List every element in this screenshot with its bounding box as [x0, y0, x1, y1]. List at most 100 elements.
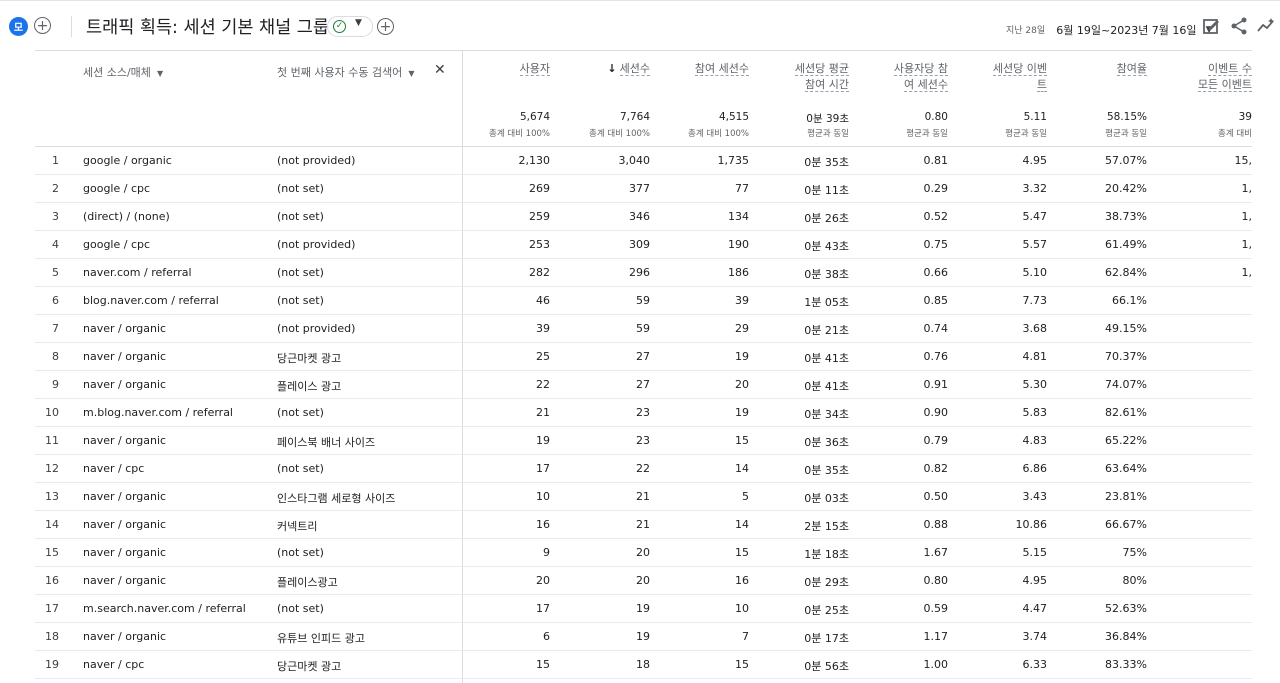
table-row[interactable]: 13 naver / organic 인스타그램 세로형 사이즈 10 21 5 0분 03… [35, 483, 1252, 511]
insights-icon[interactable] [1256, 16, 1276, 36]
search-term-cell: (not provided) [277, 322, 356, 335]
table-row[interactable]: 4 google / cpc (not provided) 253 309 190 0분 4… [35, 231, 1252, 259]
source-medium-cell: naver / organic [83, 574, 167, 587]
metric-cell-1: 17 [536, 462, 550, 475]
total-value: 5,674 [519, 111, 550, 123]
row-index: 3 [52, 210, 59, 223]
metric-cell-3: 15 [735, 434, 749, 447]
row-index: 9 [52, 378, 59, 391]
metric-cell-2: 23 [636, 434, 650, 447]
table-row[interactable]: 2 google / cpc (not set) 269 377 77 0분 11초 0.29… [35, 175, 1252, 203]
table-row[interactable]: 7 naver / organic (not provided) 39 59 29 0분 2… [35, 315, 1252, 343]
comparison-avatar[interactable]: 모 [9, 17, 28, 36]
metric-cell-1: 10 [536, 490, 550, 503]
table-row[interactable]: 11 naver / organic 페이스북 배너 사이즈 19 23 15 0분 36초… [35, 427, 1252, 455]
search-term-cell: 당근마켓 광고 [277, 660, 342, 673]
table-row[interactable]: 14 naver / organic 커넥트리 16 21 14 2분 15초 0.88 10.… [35, 511, 1252, 539]
metric-header-6[interactable]: 세션당 이벤 트 [957, 61, 1047, 93]
table-row[interactable]: 15 naver / organic (not set) 9 20 15 1분 18초 1.6… [35, 539, 1252, 567]
metric-cell-3: 190 [728, 238, 749, 251]
sort-descending-icon: ↓ [607, 62, 617, 75]
source-medium-cell: google / organic [83, 154, 172, 167]
metric-header-label: 참여 세션수 [694, 62, 749, 76]
edit-report-icon[interactable] [1201, 16, 1221, 36]
row-index: 1 [52, 154, 59, 167]
metric-header-label: 모든 이벤트 [1197, 78, 1252, 92]
metric-header-8[interactable]: 이벤트 수 모든 이벤트 [1162, 61, 1252, 93]
report-status-dropdown[interactable]: ✓ ▼ [327, 16, 373, 37]
metric-cell-2: 59 [636, 322, 650, 335]
metric-cell-3: 134 [728, 210, 749, 223]
table-row[interactable]: 19 naver / cpc 당근마켓 광고 15 18 15 0분 56초 1.00 6.33… [35, 651, 1252, 679]
table-row[interactable]: 8 naver / organic 당근마켓 광고 25 27 19 0분 41초 0.76 4… [35, 343, 1252, 371]
metric-header-1[interactable]: 사용자 [460, 61, 550, 77]
share-icon[interactable] [1229, 16, 1249, 36]
metric-cell-7: 82.61% [1105, 406, 1147, 419]
metric-cell-4: 0분 21초 [804, 324, 849, 337]
table-row[interactable]: 1 google / organic (not provided) 2,130 3,04… [35, 147, 1252, 175]
table-row[interactable]: 17 m.search.naver.com / referral (not set)… [35, 595, 1252, 623]
table-row[interactable]: 10 m.blog.naver.com / referral (not set) 21… [35, 399, 1252, 427]
table-row[interactable]: 9 naver / organic 플레이스 광고 22 27 20 0분 41초 0.91 5… [35, 371, 1252, 399]
metric-cell-6: 3.32 [1022, 182, 1048, 195]
search-term-cell: 커넥트리 [277, 520, 318, 533]
metric-cell-7: 38.73% [1105, 210, 1147, 223]
table-row[interactable]: 5 naver.com / referral (not set) 282 296 186 0… [35, 259, 1252, 287]
metric-cell-1: 6 [543, 630, 550, 643]
check-circle-icon: ✓ [333, 20, 346, 33]
caret-down-icon: ▼ [355, 18, 362, 28]
search-term-cell: (not set) [277, 602, 324, 615]
source-medium-cell: naver / organic [83, 322, 167, 335]
dimension2-header[interactable]: 첫 번째 사용자 수동 검색어 ▼ [277, 64, 414, 80]
search-term-cell: 당근마켓 광고 [277, 352, 342, 365]
metric-cell-4: 0분 17초 [804, 632, 849, 645]
metric-cell-8: 15, [1234, 154, 1253, 167]
table-row[interactable]: 16 naver / organic 플레이스광고 20 20 16 0분 29초 0.80 4… [35, 567, 1252, 595]
search-term-cell: (not provided) [277, 238, 356, 251]
source-medium-cell: blog.naver.com / referral [83, 294, 219, 307]
metric-cell-5: 0.85 [923, 294, 949, 307]
total-subtext: 평균과 동일 [1005, 129, 1047, 139]
metric-cell-4: 0분 41초 [804, 352, 849, 365]
metric-cell-6: 5.83 [1022, 406, 1048, 419]
metric-cell-2: 27 [636, 350, 650, 363]
remove-dimension-close-icon[interactable]: ✕ [434, 62, 446, 78]
add-comparison-button[interactable]: + [34, 17, 51, 34]
metric-header-4[interactable]: 세션당 평균 참여 시간 [759, 61, 849, 93]
metric-cell-6: 7.73 [1022, 294, 1048, 307]
metric-cell-7: 80% [1122, 574, 1147, 587]
metric-header-2[interactable]: ↓ 세션수 [560, 61, 650, 77]
table-row[interactable]: 3 (direct) / (none) (not set) 259 346 134 0분 2… [35, 203, 1252, 231]
date-range-picker[interactable]: 지난 28일 6월 19일~2023년 7월 16일 ▼ [1006, 19, 1213, 37]
metric-cell-4: 0분 35초 [804, 156, 849, 169]
metric-cell-3: 77 [735, 182, 749, 195]
metric-cell-5: 0.66 [923, 266, 949, 279]
report-table: 세션 소스/매체 ▼ 첫 번째 사용자 수동 검색어 ▼ ✕ 사용자 ↓ 세션수 참여 세… [35, 50, 1252, 683]
metric-header-5[interactable]: 사용자당 참여 세션수 [858, 61, 948, 93]
table-row[interactable]: 18 naver / organic 유튜브 인피드 광고 6 19 7 0분 17초 1.1… [35, 623, 1252, 651]
metric-cell-1: 25 [536, 350, 550, 363]
metric-cell-4: 0분 56초 [804, 660, 849, 673]
source-medium-cell: naver / organic [83, 350, 167, 363]
search-term-cell: 플레이스 광고 [277, 380, 342, 393]
table-row[interactable]: 6 blog.naver.com / referral (not set) 46 59 3… [35, 287, 1252, 315]
metric-cell-7: 74.07% [1105, 378, 1147, 391]
metric-cell-6: 5.30 [1022, 378, 1048, 391]
metric-cell-2: 18 [636, 658, 650, 671]
metric-cell-1: 9 [543, 546, 550, 559]
metric-cell-1: 15 [536, 658, 550, 671]
dimension1-header[interactable]: 세션 소스/매체 ▼ [83, 64, 163, 80]
source-medium-cell: naver / organic [83, 378, 167, 391]
add-report-button[interactable]: + [377, 18, 394, 35]
metric-cell-3: 15 [735, 658, 749, 671]
metric-cell-1: 16 [536, 518, 550, 531]
metric-header-3[interactable]: 참여 세션수 [659, 61, 749, 77]
row-index: 17 [45, 602, 59, 615]
metric-header-7[interactable]: 참여율 [1057, 61, 1147, 77]
search-term-cell: (not set) [277, 294, 324, 307]
metric-cell-8: 1, [1241, 182, 1253, 195]
total-subtext: 평균과 동일 [1105, 129, 1147, 139]
metric-cell-6: 4.83 [1022, 434, 1048, 447]
metric-cell-3: 1,735 [717, 154, 750, 167]
table-row[interactable]: 12 naver / cpc (not set) 17 22 14 0분 35초 0.82 6.… [35, 455, 1252, 483]
